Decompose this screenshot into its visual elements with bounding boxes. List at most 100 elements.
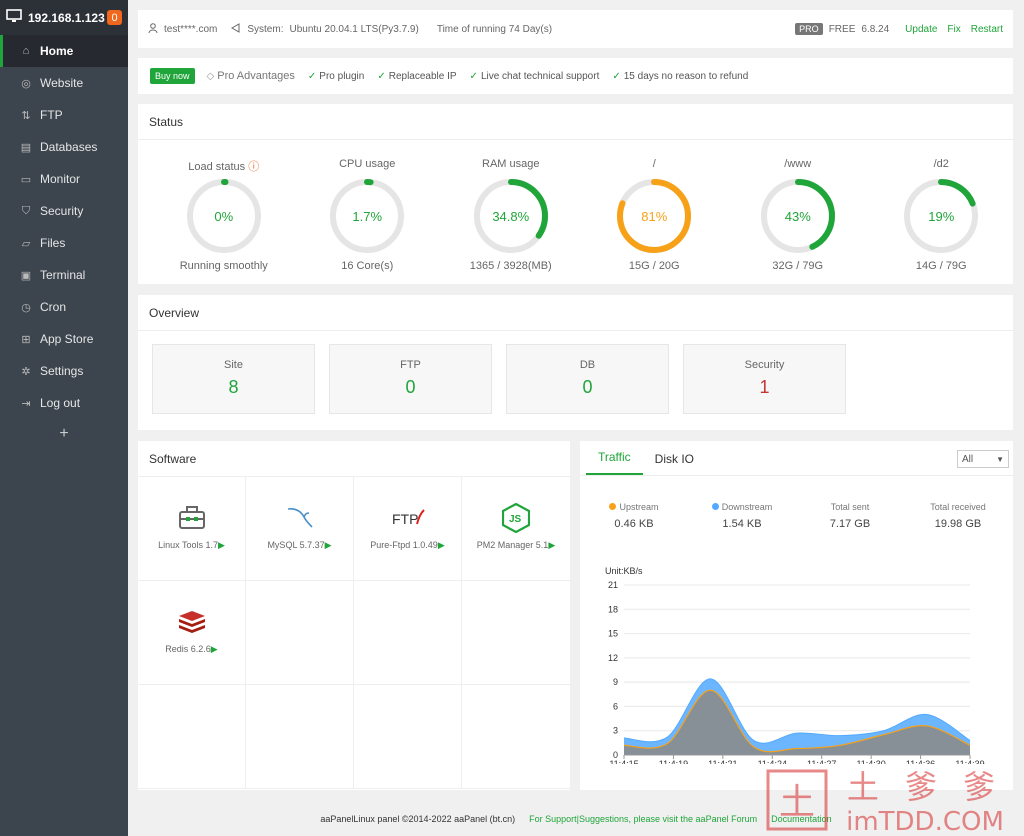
sidebar-item-monitor[interactable]: ▭ Monitor	[0, 163, 128, 195]
traffic-stat: Downstream 1.54 KB	[688, 502, 796, 530]
gauge-0[interactable]: Load status ⓘ 0% Running smoothly	[152, 140, 296, 272]
sidebar-item-label: Terminal	[40, 268, 86, 282]
play-arrow-icon[interactable]: ▶	[325, 540, 332, 550]
software-empty-slot	[246, 685, 354, 789]
overview-card-security[interactable]: Security 1	[683, 344, 846, 414]
copyright: aaPanelLinux panel ©2014-2022 aaPanel (b…	[320, 814, 516, 824]
gauges: Load status ⓘ 0% Running smoothly CPU usage…	[138, 140, 1013, 272]
software-item[interactable]: JS PM2 Manager 5.1▶	[462, 477, 570, 581]
gauge-value: 1.7%	[352, 208, 383, 224]
software-item[interactable]: Linux Tools 1.7▶	[138, 477, 246, 581]
sidebar-item-app-store[interactable]: ⊞ App Store	[0, 323, 128, 355]
gauge-4[interactable]: /www 43% 32G / 79G	[726, 140, 870, 272]
software-empty-slot	[462, 581, 570, 685]
sidebar-item-label: Files	[40, 236, 66, 250]
gauge-1[interactable]: CPU usage 1.7% 16 Core(s)	[296, 140, 440, 272]
traffic-tabs: Traffic Disk IO All ▼	[580, 441, 1013, 476]
mysql-icon	[285, 501, 315, 535]
sidebar-item-ftp[interactable]: ⇅ FTP	[0, 99, 128, 131]
play-arrow-icon[interactable]: ▶	[218, 540, 225, 550]
sidebar-item-cron[interactable]: ◷ Cron	[0, 291, 128, 323]
user-name: test****.com	[164, 23, 218, 35]
play-arrow-icon[interactable]: ▶	[548, 540, 555, 550]
pro-item: ✓ Replaceable IP	[377, 70, 457, 82]
software-empty-slot	[462, 685, 570, 789]
y-tick-label: 6	[613, 701, 618, 711]
overview-card-site[interactable]: Site 8	[152, 344, 315, 414]
help-icon[interactable]: ⓘ	[245, 161, 259, 173]
sidebar-item-website[interactable]: ◎ Website	[0, 67, 128, 99]
traffic-panel: Traffic Disk IO All ▼ Upstream 0.46 KB Down…	[580, 441, 1013, 790]
y-tick-label: 15	[608, 629, 618, 639]
sidebar-item-label: Cron	[40, 300, 67, 314]
add-icon[interactable]: +	[0, 425, 128, 443]
tab-disk-io[interactable]: Disk IO	[643, 452, 706, 475]
tab-traffic[interactable]: Traffic	[586, 450, 643, 475]
pro-tag: PRO	[795, 23, 823, 35]
x-tick-label: 11:4:15	[609, 759, 638, 764]
card-label: Site	[224, 359, 243, 371]
gauge-detail: 1365 / 3928(MB)	[469, 260, 552, 272]
card-value: 8	[228, 377, 239, 397]
software-grid: Linux Tools 1.7▶ MySQL 5.7.37▶ FTP Pure-Ftp…	[138, 477, 570, 789]
update-link[interactable]: Update	[905, 24, 937, 35]
nodejs-icon: JS	[502, 501, 530, 535]
sidebar-item-log-out[interactable]: ⇥ Log out	[0, 387, 128, 419]
software-item[interactable]: Redis 6.2.6▶	[138, 581, 246, 685]
logout-icon: ⇥	[21, 397, 31, 410]
fix-link[interactable]: Fix	[947, 24, 960, 35]
restart-link[interactable]: Restart	[971, 24, 1003, 35]
overview-card-ftp[interactable]: FTP 0	[329, 344, 492, 414]
interface-select[interactable]: All ▼	[957, 450, 1009, 468]
pro-item: ✓ Pro plugin	[307, 70, 365, 82]
sidebar: 192.168.1.123 0 ⌂ Home ◎ Website ⇅ FTP ▤ Databa…	[0, 0, 128, 836]
monitor-icon: ▭	[20, 173, 32, 186]
system-label: System:	[247, 23, 284, 35]
sidebar-item-label: Monitor	[40, 172, 81, 186]
gauge-label: /www	[784, 158, 812, 170]
software-empty-slot	[354, 685, 462, 789]
stat-value: 7.17 GB	[829, 518, 871, 530]
gauge-value: 0%	[214, 208, 234, 224]
shield-icon: ⛉	[21, 204, 31, 217]
gauge-detail: 16 Core(s)	[341, 260, 394, 272]
x-tick-label: 11:4:30	[856, 759, 885, 764]
server-ip: 192.168.1.123	[28, 10, 105, 25]
legend-dot	[711, 503, 719, 510]
play-arrow-icon[interactable]: ▶	[438, 540, 445, 550]
gauge-2[interactable]: RAM usage 34.8% 1365 / 3928(MB)	[439, 140, 583, 272]
card-label: FTP	[400, 359, 421, 371]
system-icon	[231, 22, 241, 36]
software-item[interactable]: FTP Pure-Ftpd 1.0.49▶	[354, 477, 462, 581]
sidebar-item-terminal[interactable]: ▣ Terminal	[0, 259, 128, 291]
gauge-detail: 14G / 79G	[915, 260, 967, 272]
sidebar-item-databases[interactable]: ▤ Databases	[0, 131, 128, 163]
gauge-5[interactable]: /d2 19% 14G / 79G	[870, 140, 1014, 272]
sidebar-item-security[interactable]: ⛉ Security	[0, 195, 128, 227]
check-icon: ✓	[612, 70, 621, 82]
notification-badge[interactable]: 0	[107, 10, 122, 25]
overview-card-db[interactable]: DB 0	[506, 344, 669, 414]
play-arrow-icon[interactable]: ▶	[211, 644, 218, 654]
forum-link[interactable]: For Support|Suggestions, please visit th…	[529, 814, 757, 824]
watermark-chars: 土 爹 爹	[847, 768, 1003, 806]
sidebar-item-files[interactable]: ▱ Files	[0, 227, 128, 259]
sidebar-item-home[interactable]: ⌂ Home	[0, 35, 128, 67]
pro-advantages[interactable]: Pro Advantages	[217, 70, 295, 82]
gauge-3[interactable]: / 81% 15G / 20G	[583, 140, 727, 272]
grid-icon: ⊞	[21, 333, 31, 346]
y-tick-label: 18	[608, 604, 618, 614]
software-item[interactable]: MySQL 5.7.37▶	[246, 477, 354, 581]
card-value: 1	[759, 377, 770, 397]
buy-now-button[interactable]: Buy now	[150, 68, 195, 84]
traffic-stats: Upstream 0.46 KB Downstream 1.54 KB Total se…	[580, 476, 1013, 530]
x-tick-label: 11:4:19	[659, 759, 688, 764]
stat-value: 19.98 GB	[934, 518, 982, 530]
top-info-bar: test****.com System: Ubuntu 20.04.1 LTS(…	[138, 10, 1013, 48]
x-tick-label: 11:4:21	[708, 759, 737, 764]
gauge-value: 19%	[928, 208, 955, 224]
sidebar-item-settings[interactable]: ✲ Settings	[0, 355, 128, 387]
server-header[interactable]: 192.168.1.123 0	[0, 0, 128, 35]
monitor-icon	[6, 9, 22, 26]
software-title: Software	[138, 441, 570, 477]
